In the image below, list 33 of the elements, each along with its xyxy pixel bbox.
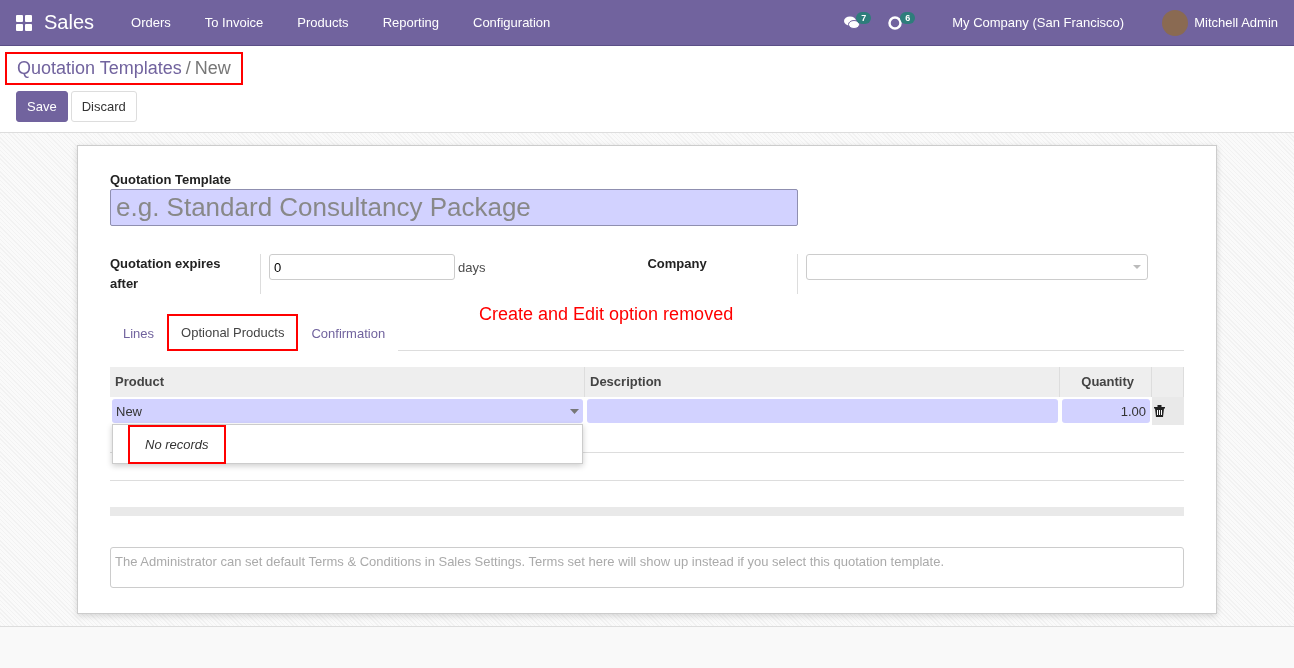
field-label: Quotation Template (110, 172, 233, 187)
app-title: Sales (44, 11, 95, 34)
terms-field[interactable]: The Administrator can set default Terms & Conditions in Sales Settings. Terms set here will show up instead if you select this quotation template. (110, 547, 1184, 588)
save-button[interactable]: Save (16, 91, 68, 122)
user-name[interactable]: Mitchell Admin (1194, 15, 1278, 30)
field-label: Quotation expires after (110, 255, 222, 293)
activities-badge: 6 (900, 11, 916, 24)
menu-item[interactable]: To Invoice (187, 15, 281, 30)
annotation-text: Create and Edit option removed (479, 304, 734, 325)
product-field[interactable]: New (112, 399, 583, 423)
menu-item[interactable]: Reporting (365, 15, 456, 30)
caret-icon (1133, 265, 1142, 269)
caret-icon (570, 408, 579, 414)
template-name-field[interactable]: e.g. Standard Consultancy Package (110, 189, 798, 226)
messages-badge: 7 (856, 11, 872, 24)
tab[interactable]: Optional Products (167, 314, 299, 351)
field-label: Company (647, 256, 708, 273)
menu-item[interactable]: Orders (114, 15, 188, 30)
apps-menu-icon[interactable] (16, 14, 32, 31)
clock-icon[interactable] (888, 15, 903, 30)
breadcrumb-link[interactable]: Quotation Templates (17, 58, 182, 79)
delete-icon[interactable] (1154, 405, 1165, 417)
menu-item[interactable]: Configuration (456, 15, 568, 30)
quantity-field[interactable]: 1.00 (1062, 399, 1150, 423)
company-switcher[interactable]: My Company (San Francisco) (952, 15, 1125, 30)
description-field[interactable] (587, 399, 1058, 423)
unit-label: days (458, 260, 486, 277)
breadcrumb-separator: / (185, 58, 191, 79)
no-records-text: No records (128, 424, 226, 464)
discard-button[interactable]: Discard (70, 91, 137, 122)
expires-days-field[interactable]: 0 (269, 254, 455, 280)
breadcrumb-current: New (194, 58, 231, 79)
menu-item[interactable]: Products (280, 15, 366, 30)
